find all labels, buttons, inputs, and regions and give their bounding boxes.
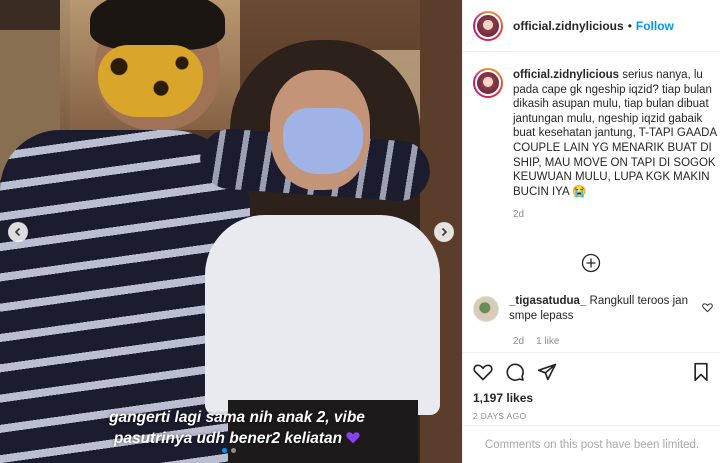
avatar[interactable] bbox=[473, 296, 499, 322]
comment-text: _tigasatudua_ Rangkull teroos jan smpe l… bbox=[509, 294, 689, 324]
carousel-prev-button[interactable] bbox=[8, 222, 28, 242]
comment-time: 2d bbox=[513, 336, 525, 347]
avatar[interactable] bbox=[473, 10, 503, 41]
carousel-next-button[interactable] bbox=[434, 222, 454, 242]
comment-username[interactable]: _tigasatudua_ bbox=[509, 295, 586, 307]
leopard-mask bbox=[98, 45, 203, 117]
follow-button[interactable]: Follow bbox=[636, 19, 674, 33]
purple-heart-icon bbox=[346, 432, 360, 444]
action-icons bbox=[463, 353, 720, 391]
comments-limited-notice: Comments on this post have been limited. bbox=[463, 425, 720, 463]
caption-body: serius nanya, lu pada cape gk ngeship iq… bbox=[513, 69, 717, 198]
share-icon[interactable] bbox=[537, 362, 557, 382]
comment-icon[interactable] bbox=[505, 362, 525, 382]
photo-caption-line: gangerti lagi sama nih anak 2, vibe bbox=[109, 409, 365, 426]
post-header: official.zidnylicious • Follow bbox=[463, 0, 720, 52]
post-photo[interactable]: gangerti lagi sama nih anak 2, vibe pasu… bbox=[0, 0, 462, 463]
plus-circle-icon[interactable] bbox=[581, 253, 601, 273]
heart-icon[interactable] bbox=[702, 302, 713, 313]
carousel-dots bbox=[222, 448, 236, 453]
post-sidebar: official.zidnylicious • Follow official.… bbox=[462, 0, 720, 463]
caption-text: official.zidnylicious serius nanya, lu p… bbox=[513, 68, 718, 199]
avatar[interactable] bbox=[473, 68, 503, 98]
header-separator: • bbox=[627, 18, 632, 33]
post-date: 2 DAYS AGO bbox=[473, 411, 527, 421]
comment-meta: 2d 1 like bbox=[513, 336, 559, 347]
carousel-dot bbox=[231, 448, 236, 453]
caption-time: 2d bbox=[513, 209, 525, 221]
chevron-left-icon bbox=[14, 227, 21, 237]
woman-white-shirt bbox=[205, 215, 440, 415]
likes-count[interactable]: 1,197 likes bbox=[463, 391, 720, 405]
header-username[interactable]: official.zidnylicious bbox=[513, 19, 624, 33]
photo-caption-overlay: gangerti lagi sama nih anak 2, vibe pasu… bbox=[62, 407, 412, 449]
post-caption: official.zidnylicious serius nanya, lu p… bbox=[463, 52, 720, 220]
bookmark-icon[interactable] bbox=[691, 362, 711, 382]
carousel-dot-active bbox=[222, 448, 227, 453]
chevron-right-icon bbox=[441, 227, 448, 237]
caption-username[interactable]: official.zidnylicious bbox=[513, 69, 619, 81]
comment-likes[interactable]: 1 like bbox=[536, 336, 559, 347]
photo-caption-line: pasutrinya udh bener2 keliatan bbox=[62, 428, 412, 449]
heart-icon[interactable] bbox=[473, 362, 493, 382]
blue-mask bbox=[283, 108, 363, 174]
post-actions: 1,197 likes 2 DAYS AGO bbox=[463, 352, 720, 421]
man-hair bbox=[90, 0, 225, 50]
comment-item: _tigasatudua_ Rangkull teroos jan smpe l… bbox=[473, 294, 713, 324]
